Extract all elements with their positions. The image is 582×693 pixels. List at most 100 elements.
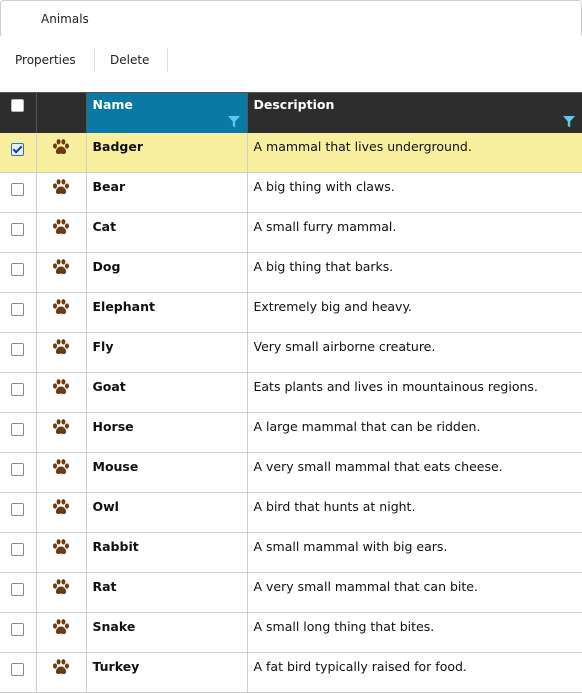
row-checkbox[interactable] xyxy=(11,343,25,356)
paw-icon xyxy=(53,659,69,674)
row-name: Turkey xyxy=(86,652,248,693)
row-checkbox-cell xyxy=(0,292,37,333)
table-row[interactable]: Goat Eats plants and lives in mountainous… xyxy=(0,372,582,413)
paw-icon xyxy=(53,179,69,194)
row-icon-cell xyxy=(36,412,87,453)
table-row[interactable]: Mouse A very small mammal that eats chees… xyxy=(0,452,582,493)
grid-body: Badger A mammal that lives underground. Be… xyxy=(0,133,582,693)
row-description: Very small airborne creature. xyxy=(247,332,582,373)
row-description: A large mammal that can be ridden. xyxy=(247,412,582,453)
table-row[interactable]: Rabbit A small mammal with big ears. xyxy=(0,532,582,573)
row-checkbox-cell xyxy=(0,572,37,613)
row-name: Fly xyxy=(86,332,248,373)
row-description: A small long thing that bites. xyxy=(247,612,582,653)
select-all-checkbox[interactable] xyxy=(11,99,25,112)
row-name: Rat xyxy=(86,572,248,613)
table-row[interactable]: Rat A very small mammal that can bite. xyxy=(0,572,582,613)
table-row[interactable]: Fly Very small airborne creature. xyxy=(0,332,582,373)
paw-icon xyxy=(53,539,69,554)
row-checkbox[interactable] xyxy=(11,183,25,196)
row-description: A big thing that barks. xyxy=(247,252,582,293)
row-icon-cell xyxy=(36,532,87,573)
table-row[interactable]: Bear A big thing with claws. xyxy=(0,172,582,213)
description-column-label: Description xyxy=(253,97,335,112)
table-row[interactable]: Dog A big thing that barks. xyxy=(0,252,582,293)
row-checkbox-cell xyxy=(0,332,37,373)
row-checkbox[interactable] xyxy=(11,303,25,316)
row-name: Mouse xyxy=(86,452,248,493)
table-row[interactable]: Snake A small long thing that bites. xyxy=(0,612,582,653)
row-icon-cell xyxy=(36,492,87,533)
row-description: Eats plants and lives in mountainous reg… xyxy=(247,372,582,413)
row-icon-cell xyxy=(36,133,87,173)
row-name: Horse xyxy=(86,412,248,453)
paw-icon xyxy=(53,419,69,434)
row-icon-cell xyxy=(36,172,87,213)
row-checkbox-cell xyxy=(0,532,37,573)
row-icon-cell xyxy=(36,252,87,293)
row-description: A bird that hunts at night. xyxy=(247,492,582,533)
paw-icon xyxy=(53,339,69,354)
toolbar-divider xyxy=(94,48,95,72)
row-checkbox-cell xyxy=(0,372,37,413)
paw-icon xyxy=(53,499,69,514)
row-checkbox[interactable] xyxy=(11,503,25,516)
row-name: Cat xyxy=(86,212,248,253)
row-description: A very small mammal that eats cheese. xyxy=(247,452,582,493)
row-checkbox[interactable] xyxy=(11,623,25,636)
filter-icon[interactable] xyxy=(562,115,576,129)
row-description: A big thing with claws. xyxy=(247,172,582,213)
delete-button[interactable]: Delete xyxy=(110,48,149,72)
row-checkbox[interactable] xyxy=(11,143,25,156)
row-name: Dog xyxy=(86,252,248,293)
row-checkbox-cell xyxy=(0,252,37,293)
row-name: Rabbit xyxy=(86,532,248,573)
row-description: A very small mammal that can bite. xyxy=(247,572,582,613)
properties-button[interactable]: Properties xyxy=(15,48,76,72)
table-row[interactable]: Cat A small furry mammal. xyxy=(0,212,582,253)
paw-icon xyxy=(53,619,69,634)
paw-icon xyxy=(53,379,69,394)
row-checkbox-cell xyxy=(0,172,37,213)
table-row[interactable]: Horse A large mammal that can be ridden. xyxy=(0,412,582,453)
row-checkbox[interactable] xyxy=(11,423,25,436)
paw-icon xyxy=(53,259,69,274)
breadcrumb: Animals xyxy=(0,0,582,37)
row-name: Goat xyxy=(86,372,248,413)
row-checkbox[interactable] xyxy=(11,263,25,276)
row-checkbox-cell xyxy=(0,212,37,253)
toolbar-divider xyxy=(167,48,168,72)
filter-icon[interactable] xyxy=(227,115,241,129)
toolbar: Properties Delete xyxy=(0,36,582,90)
row-checkbox[interactable] xyxy=(11,383,25,396)
table-row[interactable]: Elephant Extremely big and heavy. xyxy=(0,292,582,333)
row-checkbox-cell xyxy=(0,612,37,653)
row-icon-cell xyxy=(36,572,87,613)
table-row[interactable]: Turkey A fat bird typically raised for fo… xyxy=(0,652,582,693)
table-row[interactable]: Badger A mammal that lives underground. xyxy=(0,133,582,173)
name-column-label: Name xyxy=(92,97,133,112)
row-name: Badger xyxy=(86,133,248,173)
row-description: A small mammal with big ears. xyxy=(247,532,582,573)
table-row[interactable]: Owl A bird that hunts at night. xyxy=(0,492,582,533)
row-icon-cell xyxy=(36,452,87,493)
row-checkbox[interactable] xyxy=(11,663,25,676)
row-checkbox[interactable] xyxy=(11,543,25,556)
row-icon-cell xyxy=(36,652,87,693)
breadcrumb-title[interactable]: Animals xyxy=(41,12,89,26)
animals-grid: Name Description Badger A mammal that liv… xyxy=(0,92,582,693)
row-icon-cell xyxy=(36,212,87,253)
row-checkbox-cell xyxy=(0,412,37,453)
grid-header-row: Name Description xyxy=(0,93,582,133)
row-name: Elephant xyxy=(86,292,248,333)
paw-icon xyxy=(53,219,69,234)
row-description: A fat bird typically raised for food. xyxy=(247,652,582,693)
row-checkbox[interactable] xyxy=(11,223,25,236)
row-checkbox[interactable] xyxy=(11,463,25,476)
description-column-header[interactable]: Description xyxy=(247,93,582,133)
row-name: Snake xyxy=(86,612,248,653)
icon-column-header xyxy=(36,93,87,133)
row-checkbox-cell xyxy=(0,452,37,493)
name-column-header[interactable]: Name xyxy=(86,93,248,133)
paw-icon xyxy=(53,299,69,314)
